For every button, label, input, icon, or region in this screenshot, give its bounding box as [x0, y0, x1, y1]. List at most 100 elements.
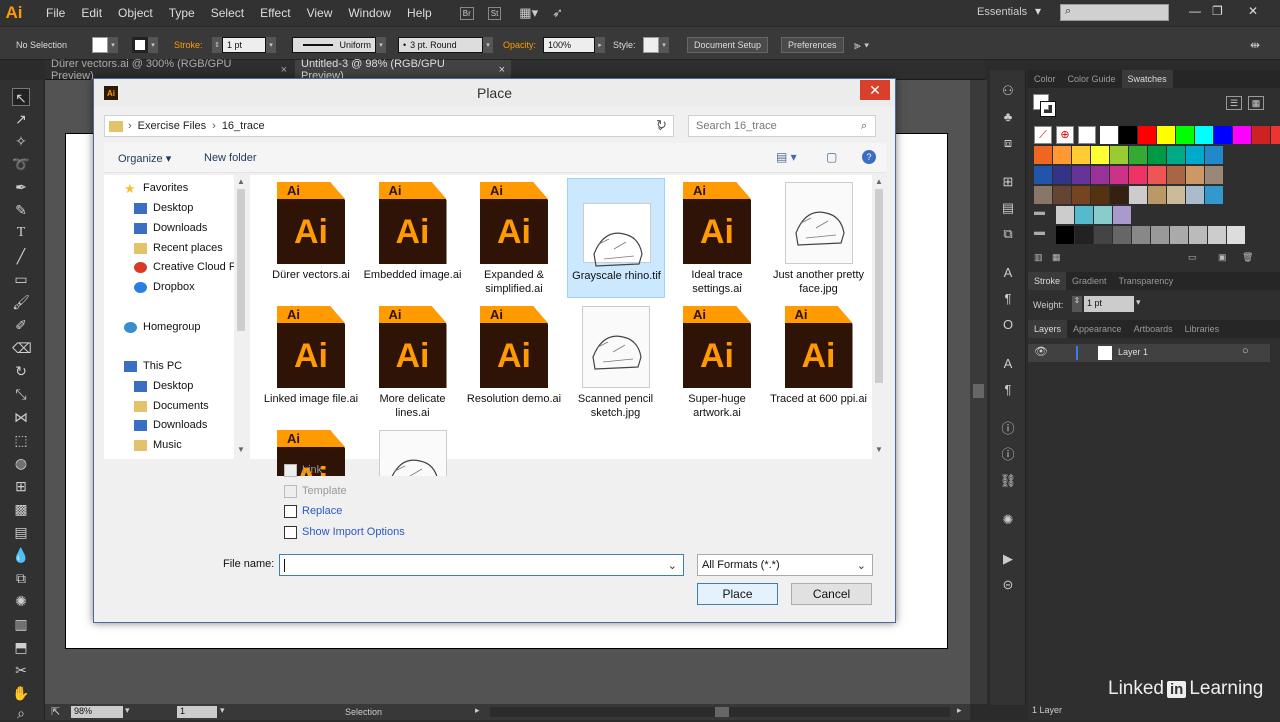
brush-dropdown-icon[interactable]: ▾: [483, 37, 493, 53]
style-dropdown-icon[interactable]: ▾: [659, 37, 669, 53]
pen-tool-icon[interactable]: ✒: [12, 178, 30, 196]
panel-menu-icon[interactable]: ⇹: [1250, 37, 1260, 53]
swatch[interactable]: [1167, 186, 1185, 204]
fill-dropdown-icon[interactable]: ▾: [108, 37, 118, 53]
tab-appearance[interactable]: Appearance: [1067, 320, 1128, 338]
opacity-label[interactable]: Opacity:: [503, 37, 536, 53]
swatch[interactable]: [1186, 166, 1204, 184]
status-arrow-icon[interactable]: ▸: [475, 705, 480, 716]
stroke-swatch[interactable]: [132, 37, 148, 53]
curvature-tool-icon[interactable]: ✎: [12, 201, 30, 219]
preview-pane-icon[interactable]: ▢: [826, 150, 837, 164]
swatch-libraries-icon[interactable]: ▥: [1034, 252, 1043, 263]
new-color-group-icon[interactable]: ▭: [1188, 252, 1197, 263]
opacity-arrow-icon[interactable]: ▸: [595, 37, 605, 53]
artboard-nav-icon[interactable]: ⇱: [51, 705, 60, 718]
swatch[interactable]: [1091, 146, 1109, 164]
new-swatch-icon[interactable]: ▣: [1218, 252, 1227, 263]
file-name-input[interactable]: ⌄: [279, 554, 684, 576]
paintbrush-tool-icon[interactable]: 🖌: [12, 293, 30, 311]
brush-definition[interactable]: • 3 pt. Round: [398, 37, 483, 53]
symbols-icon[interactable]: ♣: [999, 108, 1017, 126]
layer-row[interactable]: 👁 Layer 1 ○: [1028, 344, 1270, 362]
eraser-tool-icon[interactable]: ⌫: [12, 339, 32, 357]
swatch[interactable]: [1110, 166, 1128, 184]
delete-swatch-icon[interactable]: 🗑: [1242, 252, 1253, 263]
swatch[interactable]: [1075, 206, 1093, 224]
weight-stepper[interactable]: ⇕: [1072, 296, 1082, 312]
opentype-icon[interactable]: O: [999, 316, 1017, 334]
gpu-performance-icon[interactable]: ➶: [552, 5, 563, 21]
file-item[interactable]: Ai Ai Super-huge artwork.ai: [668, 302, 766, 422]
swatch[interactable]: [1072, 166, 1090, 184]
graphic-style-swatch[interactable]: [643, 37, 659, 53]
file-item[interactable]: Ai Ai Linked image file.ai: [262, 302, 360, 422]
swatch[interactable]: [1129, 146, 1147, 164]
swatch[interactable]: [1072, 146, 1090, 164]
file-item[interactable]: Ai Ai Resolution demo.ai: [465, 302, 563, 422]
image-trace-icon[interactable]: ⧈: [999, 134, 1017, 152]
swatch[interactable]: [1034, 146, 1052, 164]
swatch[interactable]: [1034, 166, 1052, 184]
swatch[interactable]: [1110, 146, 1128, 164]
gradient-tool-icon[interactable]: ▤: [12, 523, 30, 541]
file-scroll-up-icon[interactable]: ▲: [875, 177, 883, 186]
file-item[interactable]: [364, 426, 462, 476]
white-swatch[interactable]: [1078, 126, 1096, 144]
swatch[interactable]: [1132, 226, 1150, 244]
stroke-weight-dropdown-icon[interactable]: ▾: [266, 37, 276, 53]
menu-object[interactable]: Object: [110, 6, 161, 20]
swatch[interactable]: [1113, 226, 1131, 244]
workspace-dropdown-icon[interactable]: ▾: [1035, 4, 1041, 18]
swatch[interactable]: [1205, 146, 1223, 164]
swatch[interactable]: [1148, 146, 1166, 164]
swatch[interactable]: [1151, 226, 1169, 244]
hscroll-thumb[interactable]: [715, 707, 729, 717]
new-folder-button[interactable]: New folder: [204, 152, 257, 164]
swatch[interactable]: [1110, 186, 1128, 204]
stroke-stepper[interactable]: ⇕: [212, 37, 222, 53]
pathfinder-icon[interactable]: ⧉: [999, 225, 1017, 243]
breadcrumb-16-trace[interactable]: 16_trace: [222, 120, 265, 132]
document-setup-button[interactable]: Document Setup: [687, 37, 769, 53]
swatch[interactable]: [1271, 126, 1280, 144]
format-dropdown-icon[interactable]: ⌄: [857, 559, 866, 572]
variable-width-profile[interactable]: Uniform: [292, 37, 376, 53]
horizontal-scrollbar[interactable]: [490, 707, 950, 717]
swatch[interactable]: [1227, 226, 1245, 244]
actions-icon[interactable]: ▶: [999, 550, 1017, 568]
opacity-field[interactable]: 100%: [543, 37, 595, 53]
tab-color[interactable]: Color: [1028, 70, 1062, 88]
tab-layers[interactable]: Layers: [1028, 320, 1068, 338]
dialog-close-button[interactable]: ✕: [860, 80, 890, 100]
nav-scroll-up-icon[interactable]: ▲: [237, 177, 245, 186]
navigator-icon[interactable]: ⊝: [999, 576, 1017, 594]
window-close-icon[interactable]: ✕: [1248, 4, 1258, 18]
swatch[interactable]: [1056, 226, 1074, 244]
tab-color-guide[interactable]: Color Guide: [1062, 70, 1122, 88]
line-tool-icon[interactable]: ╱: [12, 247, 30, 265]
page-dropdown-icon[interactable]: ▾: [220, 705, 225, 716]
color-group-folder-icon[interactable]: ▬: [1034, 226, 1052, 244]
organize-button[interactable]: Organize ▾: [118, 152, 171, 165]
file-name-dropdown-icon[interactable]: ⌄: [668, 559, 677, 572]
tab-stroke[interactable]: Stroke: [1028, 272, 1067, 290]
restore-icon[interactable]: ❐: [1212, 4, 1223, 18]
swatch[interactable]: [1053, 146, 1071, 164]
eyedropper-tool-icon[interactable]: 💧: [12, 546, 30, 564]
swatch[interactable]: [1094, 226, 1112, 244]
transform-panel-icon[interactable]: ▤: [999, 199, 1017, 217]
file-scrollbar[interactable]: ▲ ▼: [872, 175, 886, 459]
menu-view[interactable]: View: [299, 6, 341, 20]
swatch[interactable]: [1148, 166, 1166, 184]
paragraph-icon[interactable]: ¶: [999, 290, 1017, 308]
shape-builder-tool-icon[interactable]: ◍: [12, 454, 30, 472]
workspace-switcher[interactable]: Essentials: [977, 6, 1027, 18]
grid-view-icon[interactable]: ▦: [1248, 96, 1264, 110]
swatch[interactable]: [1100, 126, 1118, 144]
swatch[interactable]: [1167, 166, 1185, 184]
link-checkbox[interactable]: Link: [284, 462, 322, 478]
file-item[interactable]: Ai Ai Traced at 600 ppi.ai: [770, 302, 868, 422]
breadcrumb-exercise-files[interactable]: Exercise Files: [138, 120, 206, 132]
profile-dropdown-icon[interactable]: ▾: [376, 37, 386, 53]
